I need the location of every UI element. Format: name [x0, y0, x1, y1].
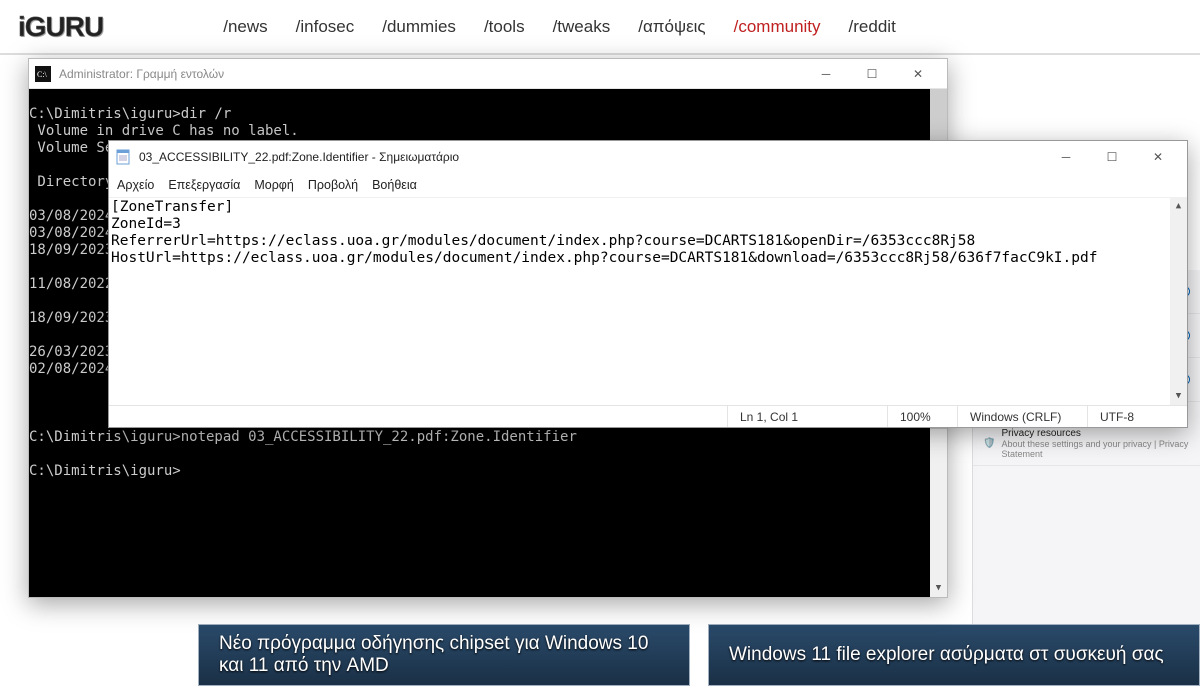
nav-link[interactable]: /tweaks: [553, 17, 611, 37]
article-cards-row: Νέο πρόγραμμα οδήγησης chipset για Windo…: [198, 624, 1200, 686]
nav-link[interactable]: /infosec: [296, 17, 355, 37]
status-eol: Windows (CRLF): [957, 406, 1087, 427]
notepad-icon: [115, 149, 131, 165]
site-logo: iGURU: [18, 11, 103, 43]
nav-link[interactable]: /news: [223, 17, 267, 37]
notepad-text-area[interactable]: [ZoneTransfer] ZoneId=3 ReferrerUrl=http…: [109, 197, 1187, 405]
scroll-down-icon[interactable]: ▼: [930, 580, 947, 597]
menu-item[interactable]: Μορφή: [254, 178, 294, 192]
shield-icon: 🛡️: [983, 438, 995, 449]
nav-link[interactable]: /απόψεις: [638, 17, 705, 37]
maximize-button[interactable]: ☐: [1089, 142, 1135, 172]
cmd-titlebar[interactable]: C:\ Administrator: Γραμμή εντολών ─ ☐ ✕: [29, 59, 947, 89]
nav-link[interactable]: /reddit: [849, 17, 896, 37]
minimize-button[interactable]: ─: [803, 59, 849, 89]
notepad-window: 03_ACCESSIBILITY_22.pdf:Zone.Identifier …: [108, 140, 1188, 428]
status-encoding: UTF-8: [1087, 406, 1187, 427]
menu-item[interactable]: Επεξεργασία: [168, 178, 240, 192]
notepad-statusbar: Ln 1, Col 1 100% Windows (CRLF) UTF-8: [109, 405, 1187, 427]
svg-text:C:\: C:\: [37, 70, 48, 79]
cmd-icon: C:\: [35, 66, 51, 82]
privacy-link-row[interactable]: 🛡️Privacy resourcesAbout these settings …: [973, 422, 1200, 466]
close-button[interactable]: ✕: [1135, 142, 1181, 172]
notepad-title-text: 03_ACCESSIBILITY_22.pdf:Zone.Identifier …: [139, 150, 459, 164]
menu-item[interactable]: Βοήθεια: [372, 178, 417, 192]
menu-item[interactable]: Αρχείο: [117, 178, 154, 192]
maximize-button[interactable]: ☐: [849, 59, 895, 89]
site-nav: /news/infosec/dummies/tools/tweaks/απόψε…: [223, 17, 896, 37]
nav-link[interactable]: /dummies: [382, 17, 456, 37]
close-button[interactable]: ✕: [895, 59, 941, 89]
scroll-down-icon[interactable]: ▼: [1170, 388, 1187, 405]
cmd-title-text: Administrator: Γραμμή εντολών: [59, 67, 224, 81]
notepad-titlebar[interactable]: 03_ACCESSIBILITY_22.pdf:Zone.Identifier …: [109, 141, 1187, 173]
nav-link[interactable]: /community: [734, 17, 821, 37]
scroll-up-icon[interactable]: ▲: [1170, 198, 1187, 215]
scrollbar[interactable]: ▲ ▼: [1170, 198, 1187, 405]
notepad-menubar: Αρχείο Επεξεργασία Μορφή Προβολή Βοήθεια: [109, 173, 1187, 197]
minimize-button[interactable]: ─: [1043, 142, 1089, 172]
article-card[interactable]: Windows 11 file explorer ασύρματα στ συσ…: [708, 624, 1200, 686]
menu-item[interactable]: Προβολή: [308, 178, 358, 192]
nav-link[interactable]: /tools: [484, 17, 525, 37]
site-header: iGURU /news/infosec/dummies/tools/tweaks…: [0, 0, 1200, 55]
status-zoom: 100%: [887, 406, 957, 427]
article-card[interactable]: Νέο πρόγραμμα οδήγησης chipset για Windo…: [198, 624, 690, 686]
status-position: Ln 1, Col 1: [727, 406, 887, 427]
